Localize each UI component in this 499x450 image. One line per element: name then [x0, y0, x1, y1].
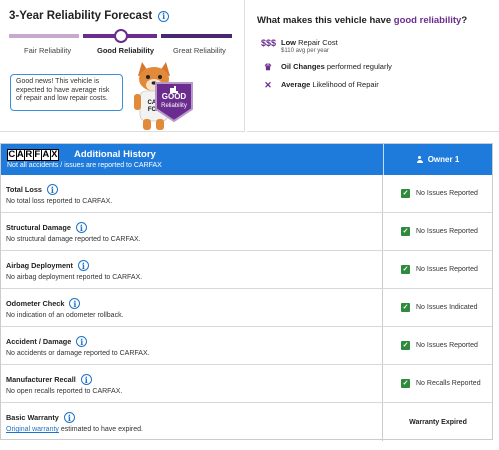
row-status: Warranty Expired — [409, 418, 467, 426]
row-description: No total loss reported to CARFAX. — [6, 198, 113, 205]
info-icon[interactable]: i — [63, 412, 75, 423]
oil-can-icon: ♛ — [263, 62, 273, 72]
row-title: Manufacturer Recall i — [6, 374, 92, 385]
scale-segment-fair — [9, 34, 79, 38]
row-title: Basic Warranty i — [6, 412, 75, 423]
row-status: ✓ No Issues Indicated — [401, 303, 478, 312]
scale-label-great: Great Reliability — [173, 46, 226, 55]
row-description: Original warranty estimated to have expi… — [6, 426, 143, 433]
row-description: No structural damage reported to CARFAX. — [6, 236, 141, 243]
reason-likelihood-repair: ✕ Average Likelihood of Repair — [261, 80, 379, 90]
table-row: Structural Damage i No structural damage … — [1, 213, 492, 251]
row-description: No indication of an odometer rollback. — [6, 312, 124, 319]
person-icon — [416, 156, 423, 163]
table-row: Accident / Damage i No accidents or damag… — [1, 327, 492, 365]
row-status: ✓ No Issues Reported — [401, 227, 478, 236]
scale-label-fair: Fair Reliability — [24, 46, 72, 55]
row-status: ✓ No Recalls Reported — [401, 379, 481, 388]
checkmark-icon: ✓ — [401, 341, 410, 350]
history-title: Additional History — [74, 149, 156, 160]
table-row: Total Loss i No total loss reported to CA… — [1, 175, 492, 213]
info-icon[interactable]: i — [75, 222, 87, 233]
reliability-section: 3-Year Reliability Forecast i Fair Relia… — [0, 0, 499, 136]
info-icon[interactable]: i — [77, 260, 89, 271]
row-description: No open recalls reported to CARFAX. — [6, 388, 123, 395]
table-row: Airbag Deployment i No airbag deployment … — [1, 251, 492, 289]
history-header: CARFAX Additional History Not all accide… — [1, 144, 492, 175]
table-row: Basic Warranty i Original warranty estima… — [1, 403, 492, 441]
row-description: No airbag deployment reported to CARFAX. — [6, 274, 143, 281]
checkmark-icon: ✓ — [401, 265, 410, 274]
info-icon[interactable]: i — [80, 374, 92, 385]
row-title: Accident / Damage i — [6, 336, 88, 347]
row-status: ✓ No Issues Reported — [401, 341, 478, 350]
reasons-title: What makes this vehicle have good reliab… — [257, 15, 468, 26]
reliability-scale — [9, 29, 232, 43]
info-icon[interactable]: i — [158, 10, 170, 22]
carfax-logo: CARFAX — [7, 149, 59, 161]
reason-oil-changes: ♛ Oil Changes performed regularly — [261, 62, 392, 72]
dollar-signs-icon: $$$ — [261, 38, 277, 48]
checkmark-icon: ✓ — [401, 379, 410, 388]
scale-indicator — [114, 29, 128, 43]
row-title: Total Loss i — [6, 184, 58, 195]
row-title: Airbag Deployment i — [6, 260, 89, 271]
reliability-forecast-card: 3-Year Reliability Forecast i Fair Relia… — [0, 0, 245, 132]
row-status: ✓ No Issues Reported — [401, 189, 478, 198]
history-rows: Total Loss i No total loss reported to CA… — [1, 175, 492, 441]
additional-history-table: CARFAX Additional History Not all accide… — [0, 143, 493, 441]
checkmark-icon: ✓ — [401, 303, 410, 312]
info-icon[interactable]: i — [46, 184, 58, 195]
badge-text: GOOD Reliability — [161, 92, 187, 109]
reason-repair-cost: $$$ Low Repair Cost $110 avg per year — [261, 38, 338, 54]
history-subtitle: Not all accidents / issues are reported … — [7, 162, 162, 169]
owner-column-header: Owner 1 — [384, 144, 492, 175]
reliability-reasons-card: What makes this vehicle have good reliab… — [247, 0, 499, 132]
table-row: Odometer Check i No indication of an odom… — [1, 289, 492, 327]
forecast-title: 3-Year Reliability Forecast i — [9, 10, 170, 22]
row-status: ✓ No Issues Reported — [401, 265, 478, 274]
scale-segment-great — [161, 34, 232, 38]
info-icon[interactable]: i — [76, 336, 88, 347]
speech-bubble: Good news! This vehicle is expected to h… — [10, 74, 123, 111]
scale-label-good: Good Reliability — [97, 46, 155, 55]
table-row: Manufacturer Recall i No open recalls rep… — [1, 365, 492, 403]
tools-icon: ✕ — [264, 80, 272, 90]
row-title: Structural Damage i — [6, 222, 87, 233]
checkmark-icon: ✓ — [401, 189, 410, 198]
row-title: Odometer Check i — [6, 298, 81, 309]
row-description: No accidents or damage reported to CARFA… — [6, 350, 150, 357]
info-icon[interactable]: i — [69, 298, 81, 309]
original-warranty-link[interactable]: Original warranty — [6, 426, 59, 433]
checkmark-icon: ✓ — [401, 227, 410, 236]
